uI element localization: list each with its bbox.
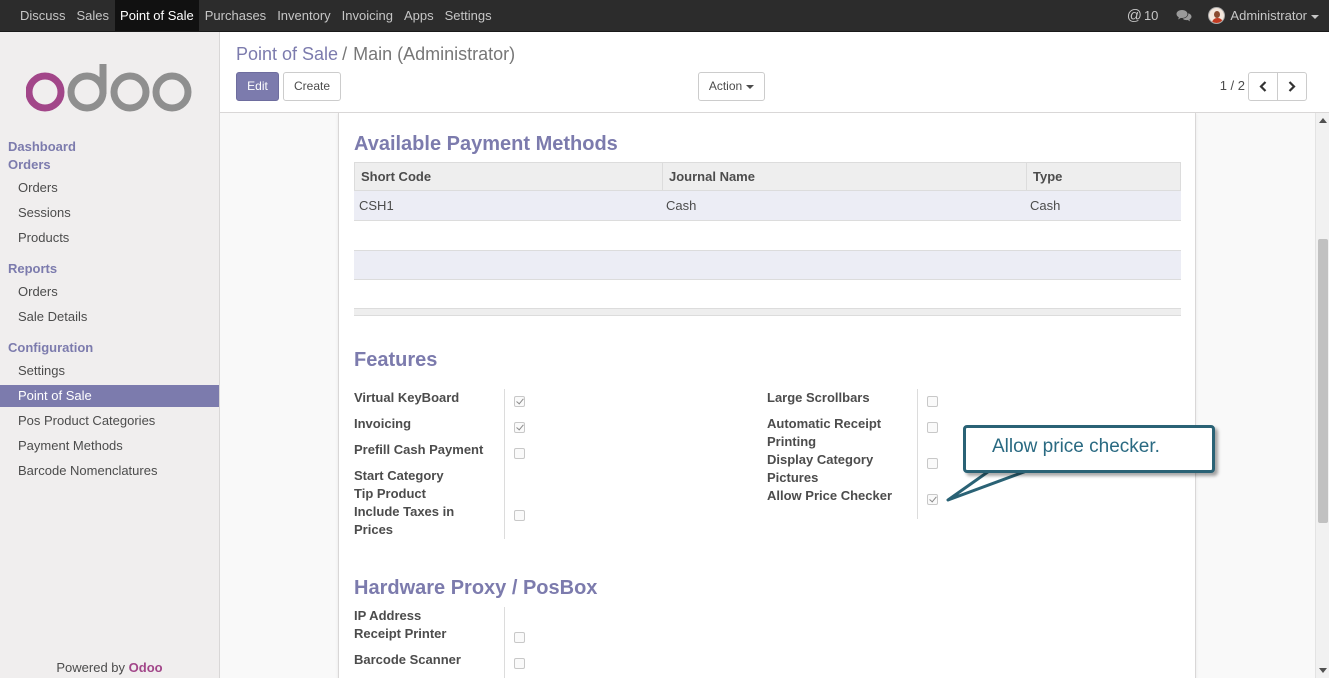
features-title: Features <box>354 349 438 371</box>
create-button[interactable]: Create <box>283 72 341 101</box>
menu-discuss[interactable]: Discuss <box>15 0 71 31</box>
sidebar-item-settings[interactable]: Settings <box>0 360 219 382</box>
checkbox-allow-price-checker[interactable] <box>927 494 938 505</box>
pager-value[interactable]: 1 / 2 <box>1220 78 1245 93</box>
menu-sales[interactable]: Sales <box>72 0 115 31</box>
sidebar-item-sessions[interactable]: Sessions <box>0 202 219 224</box>
table-empty-row <box>354 250 1181 280</box>
scroll-down-arrow-icon[interactable] <box>1319 668 1327 673</box>
column-type[interactable]: Type <box>1026 163 1180 190</box>
checkbox-virtual-keyboard[interactable] <box>514 396 525 407</box>
control-panel: Point of Sale / Main (Administrator) Edit … <box>220 32 1329 113</box>
checkbox-invoicing[interactable] <box>514 422 525 433</box>
chevron-right-icon <box>1288 81 1296 92</box>
table-header: Short Code Journal Name Type <box>354 162 1181 191</box>
cell-short-code: CSH1 <box>359 198 394 213</box>
label-prefill-cash-payment: Prefill Cash Payment <box>354 442 484 457</box>
sidebar-item-point-of-sale[interactable]: Point of Sale <box>0 385 219 407</box>
pager-previous-button[interactable] <box>1248 72 1278 101</box>
sidebar: Dashboard Orders Orders Sessions Product… <box>0 32 220 678</box>
menu-invoicing[interactable]: Invoicing <box>337 0 398 31</box>
pager-next-button[interactable] <box>1277 72 1307 101</box>
sidebar-item-payment-methods[interactable]: Payment Methods <box>0 435 219 457</box>
sidebar-item-orders[interactable]: Orders <box>0 177 219 199</box>
checkbox-prefill-cash-payment[interactable] <box>514 448 525 459</box>
column-journal-name[interactable]: Journal Name <box>662 163 1026 190</box>
table-footer <box>354 308 1181 316</box>
chevron-left-icon <box>1259 81 1267 92</box>
cell-journal-name: Cash <box>666 198 697 213</box>
checkbox-barcode-scanner[interactable] <box>514 658 525 669</box>
top-navbar: Discuss Sales Point of Sale Purchases In… <box>0 0 1329 32</box>
breadcrumb-separator: / <box>342 44 348 64</box>
user-name: Administrator <box>1230 8 1307 23</box>
form-view: Available Payment Methods Short Code Jou… <box>220 113 1329 678</box>
sidebar-item-sale-details[interactable]: Sale Details <box>0 306 219 328</box>
menu-point-of-sale[interactable]: Point of Sale <box>115 0 199 31</box>
odoo-logo <box>26 64 192 112</box>
mention-icon[interactable]: @ <box>1127 7 1142 24</box>
hardware-divider <box>504 607 505 678</box>
sidebar-section-reports[interactable]: Reports <box>8 261 57 276</box>
label-automatic-receipt-printing: Automatic Receipt Printing <box>767 416 882 449</box>
scrollbar-thumb[interactable] <box>1318 239 1328 523</box>
menu-apps[interactable]: Apps <box>399 0 439 31</box>
callout: Allow price checker. <box>963 425 1217 475</box>
label-tip-product: Tip Product <box>354 486 426 501</box>
hardware-proxy-title: Hardware Proxy / PosBox <box>354 577 598 599</box>
features-left-divider <box>504 389 505 539</box>
features-right-divider <box>917 389 918 519</box>
menu-inventory[interactable]: Inventory <box>272 0 335 31</box>
label-barcode-scanner: Barcode Scanner <box>354 652 461 667</box>
content-scrollbar[interactable] <box>1315 113 1329 678</box>
powered-by-brand-link[interactable]: Odoo <box>129 660 163 675</box>
sidebar-item-products[interactable]: Products <box>0 227 219 249</box>
action-label: Action <box>708 79 743 93</box>
label-large-scrollbars: Large Scrollbars <box>767 390 870 405</box>
edit-button[interactable]: Edit <box>236 72 279 101</box>
label-ip-address: IP Address <box>354 608 422 623</box>
cell-type: Cash <box>1030 198 1061 213</box>
app-menu: Discuss Sales Point of Sale Purchases In… <box>15 0 498 31</box>
mentions-count[interactable]: 10 <box>1144 8 1158 23</box>
label-virtual-keyboard: Virtual KeyBoard <box>354 390 460 405</box>
label-start-category: Start Category <box>354 468 444 483</box>
form-sheet: Available Payment Methods Short Code Jou… <box>338 113 1196 678</box>
powered-by-prefix: Powered by <box>56 660 126 675</box>
payment-methods-title: Available Payment Methods <box>354 133 618 155</box>
checkbox-large-scrollbars[interactable] <box>927 396 938 407</box>
checkbox-automatic-receipt-printing[interactable] <box>927 422 938 433</box>
sidebar-section-configuration[interactable]: Configuration <box>8 340 93 355</box>
chat-icon[interactable] <box>1176 9 1192 23</box>
column-short-code[interactable]: Short Code <box>355 163 662 190</box>
label-include-taxes-in-prices: Include Taxes in Prices <box>354 504 455 537</box>
callout-text: Allow price checker. <box>992 436 1160 457</box>
sidebar-section-orders[interactable]: Orders <box>8 157 51 172</box>
breadcrumb-current: Main (Administrator) <box>353 44 516 64</box>
breadcrumb: Point of Sale / Main (Administrator) <box>236 44 515 65</box>
sidebar-item-pos-product-categories[interactable]: Pos Product Categories <box>0 410 219 432</box>
powered-by: Powered by Odoo <box>0 660 219 675</box>
table-row[interactable]: CSH1 Cash Cash <box>354 191 1181 221</box>
breadcrumb-parent-link[interactable]: Point of Sale <box>236 44 338 64</box>
menu-purchases[interactable]: Purchases <box>200 0 271 31</box>
menu-settings[interactable]: Settings <box>440 0 497 31</box>
chevron-down-icon <box>746 84 755 89</box>
checkbox-include-taxes-in-prices[interactable] <box>514 510 525 521</box>
scroll-up-arrow-icon[interactable] <box>1319 118 1327 123</box>
action-dropdown[interactable]: Action <box>698 72 765 101</box>
sidebar-section-dashboard[interactable]: Dashboard <box>8 139 76 154</box>
sidebar-item-report-orders[interactable]: Orders <box>0 281 219 303</box>
chevron-down-icon <box>1311 14 1319 19</box>
label-display-category-pictures: Display Category Pictures <box>767 452 874 485</box>
user-avatar[interactable] <box>1208 7 1226 24</box>
sidebar-item-barcode-nomenclatures[interactable]: Barcode Nomenclatures <box>0 460 219 482</box>
checkbox-receipt-printer[interactable] <box>514 632 525 643</box>
checkbox-display-category-pictures[interactable] <box>927 458 938 469</box>
label-allow-price-checker: Allow Price Checker <box>767 488 892 503</box>
label-invoicing: Invoicing <box>354 416 412 431</box>
user-menu[interactable]: Administrator <box>1230 8 1319 23</box>
label-receipt-printer: Receipt Printer <box>354 626 447 641</box>
